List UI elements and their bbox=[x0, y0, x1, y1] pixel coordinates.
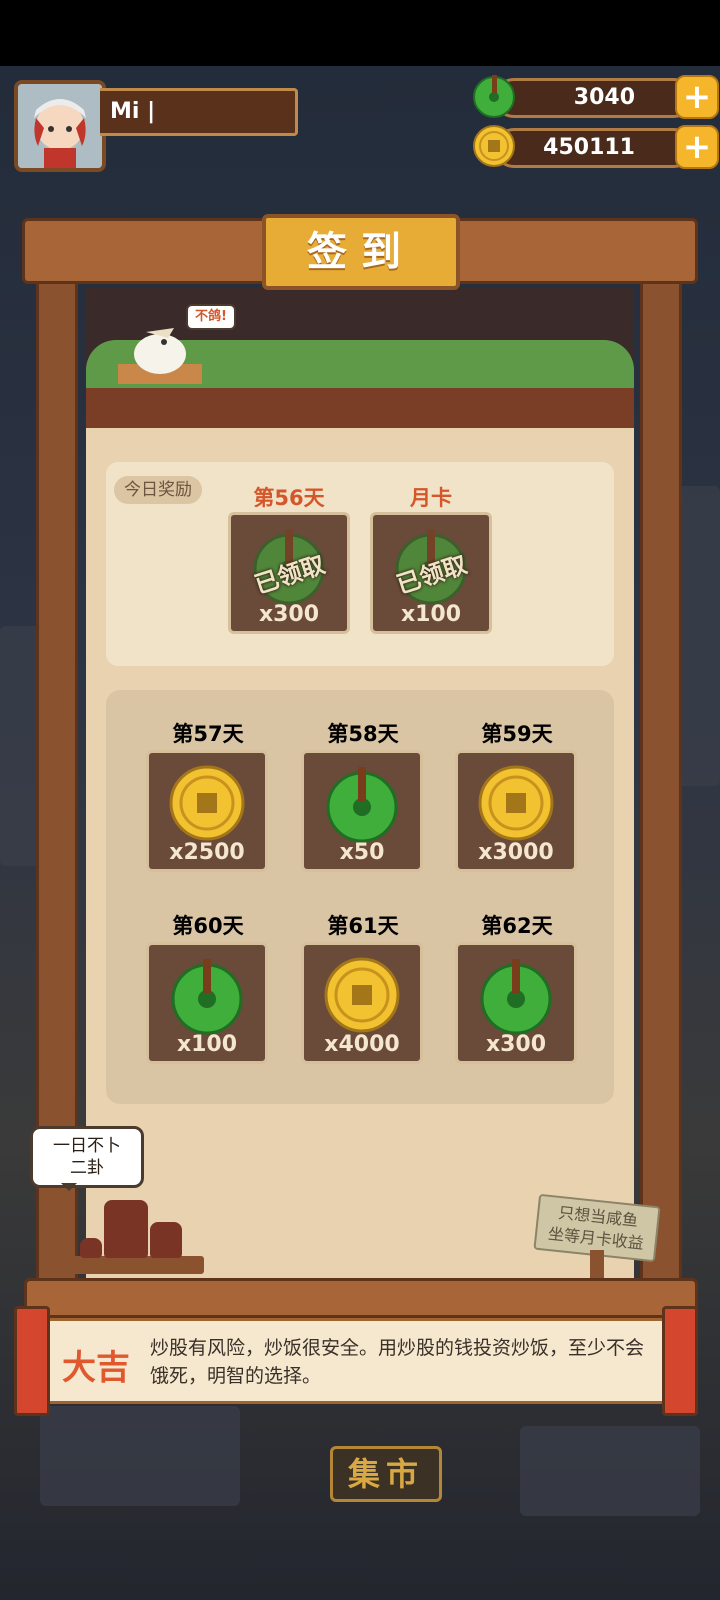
today-rewards-tag: 今日奖励 bbox=[114, 476, 202, 504]
reward-amount: x3000 bbox=[478, 840, 554, 865]
jade-coin-icon bbox=[480, 959, 552, 1035]
jade-coin-icon bbox=[171, 959, 243, 1035]
day-58-label: 第58天 bbox=[327, 722, 399, 746]
bottom-beam bbox=[24, 1278, 698, 1318]
add-jade-button[interactable]: + bbox=[675, 75, 719, 119]
scroll-left-end bbox=[14, 1306, 50, 1416]
gold-coin-icon bbox=[473, 125, 515, 167]
market-sign: 集市 bbox=[330, 1446, 442, 1502]
fortune-text: 炒股有风险，炒饭很安全。用炒股的钱投资炒饭，至少不会饿死，明智的选择。 bbox=[150, 1337, 645, 1387]
page-title: 签到 bbox=[262, 214, 460, 290]
reward-amount: x300 bbox=[258, 602, 320, 627]
gold-currency-bar: 450111 + bbox=[473, 125, 719, 169]
reward-amount: x50 bbox=[339, 840, 385, 865]
day-58-reward-card[interactable]: x50 bbox=[301, 750, 423, 872]
bird-speech: 不鸽! bbox=[186, 304, 236, 330]
gold-amount: 450111 bbox=[543, 135, 635, 160]
jade-amount: 3040 bbox=[573, 85, 635, 110]
reward-amount: x100 bbox=[400, 602, 462, 627]
player-avatar[interactable] bbox=[14, 80, 106, 172]
day-62-reward-card[interactable]: x300 bbox=[455, 942, 577, 1064]
right-post bbox=[640, 220, 682, 1310]
add-gold-button[interactable]: + bbox=[675, 125, 719, 169]
jar-icon bbox=[104, 1200, 148, 1258]
day-57-label: 第57天 bbox=[172, 722, 244, 746]
reward-amount: x4000 bbox=[324, 1032, 400, 1057]
status-bar bbox=[0, 0, 720, 66]
avatar-portrait-icon bbox=[18, 84, 102, 168]
jade-currency-bar: 3040 + bbox=[473, 75, 719, 119]
reward-amount: x2500 bbox=[169, 840, 245, 865]
day-56-label: 第56天 bbox=[253, 486, 325, 510]
fortune-level: 大吉 bbox=[62, 1348, 130, 1388]
jar-icon bbox=[80, 1238, 102, 1258]
gold-coin-icon bbox=[478, 765, 554, 841]
jade-coin-icon bbox=[473, 75, 515, 118]
jade-coin-icon bbox=[326, 767, 398, 843]
reward-amount: x300 bbox=[485, 1032, 547, 1057]
day-57-reward-card[interactable]: x2500 bbox=[146, 750, 268, 872]
day-59-label: 第59天 bbox=[481, 722, 553, 746]
scroll-right-end bbox=[662, 1306, 698, 1416]
day-61-reward-card[interactable]: x4000 bbox=[301, 942, 423, 1064]
stall-shelf bbox=[60, 1256, 204, 1274]
month-card-label: 月卡 bbox=[410, 486, 452, 510]
day-62-label: 第62天 bbox=[481, 914, 553, 938]
player-name: Mi | bbox=[100, 88, 298, 136]
day-60-label: 第60天 bbox=[172, 914, 244, 938]
reward-amount: x100 bbox=[176, 1032, 238, 1057]
day-61-label: 第61天 bbox=[327, 914, 399, 938]
jar-icon bbox=[150, 1222, 182, 1258]
gold-coin-icon bbox=[169, 765, 245, 841]
day-59-reward-card[interactable]: x3000 bbox=[455, 750, 577, 872]
gold-coin-icon bbox=[324, 957, 400, 1033]
board-ledge bbox=[86, 388, 634, 428]
day-56-reward-card[interactable]: 已领取 x300 bbox=[228, 512, 350, 634]
sign-post bbox=[590, 1250, 604, 1280]
fortune-stall-speech: 一日不卜 二卦 bbox=[30, 1126, 144, 1191]
month-card-reward-card[interactable]: 已领取 x100 bbox=[370, 512, 492, 634]
day-60-reward-card[interactable]: x100 bbox=[146, 942, 268, 1064]
